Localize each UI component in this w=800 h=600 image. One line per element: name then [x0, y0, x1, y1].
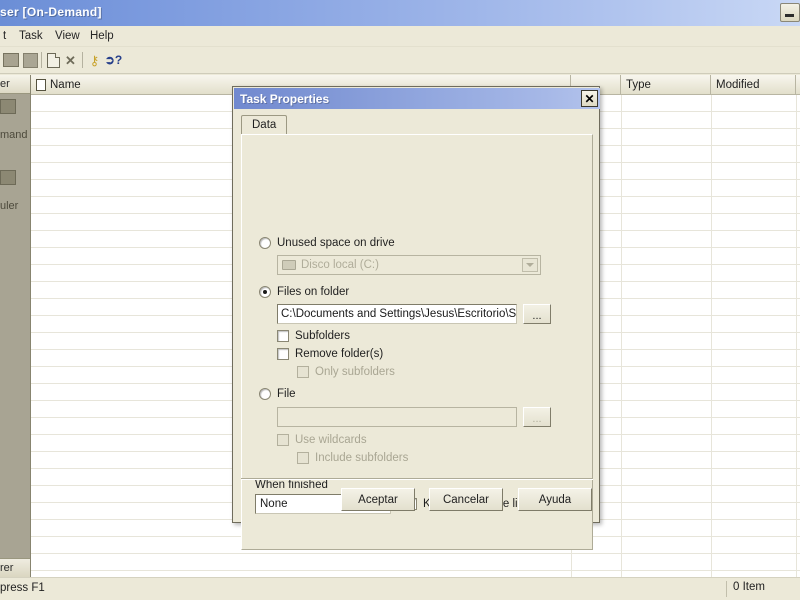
new-task-button[interactable]: [0, 50, 21, 70]
dialog-tab-strip: Data: [241, 115, 593, 134]
minimize-button[interactable]: [780, 3, 800, 22]
checkbox-icon-only-subfolders: [297, 366, 309, 378]
sidebar-item-on-demand-label: mand: [0, 129, 28, 141]
checkbox-use-wildcards: Use wildcards: [277, 434, 367, 446]
task-properties-dialog: Task Properties ✕ Data Unused space on d…: [232, 86, 601, 550]
grid-line: [796, 95, 797, 578]
menu-item-view[interactable]: View: [50, 29, 85, 43]
radio-icon-unused-space: [259, 237, 271, 249]
drive-icon: [282, 260, 296, 270]
sidebar-header: er: [0, 75, 30, 94]
chart-icon: [2, 53, 19, 67]
grid-line: [711, 95, 712, 578]
checkbox-only-subfolders-label: Only subfolders: [315, 366, 395, 378]
radio-icon-files-on-folder: [259, 286, 271, 298]
document-icon: [36, 78, 46, 91]
checkbox-use-wildcards-label: Use wildcards: [295, 434, 367, 446]
dialog-separator: [241, 478, 593, 480]
key-button[interactable]: ⚷: [84, 50, 105, 70]
main-title-bar: ser [On-Demand]: [0, 0, 800, 26]
accept-button[interactable]: Aceptar: [341, 488, 415, 511]
column-header-attributes[interactable]: A: [796, 75, 800, 94]
browse-file-button[interactable]: ...: [523, 407, 551, 427]
checkbox-icon-subfolders: [277, 330, 289, 342]
chevron-down-icon[interactable]: [522, 258, 538, 272]
radio-file-label: File: [277, 388, 296, 400]
radio-files-on-folder-label: Files on folder: [277, 286, 350, 298]
radio-unused-space-label: Unused space on drive: [277, 237, 395, 249]
sidebar: er mand uler rer: [0, 75, 31, 578]
radio-icon-file: [259, 388, 271, 400]
checkbox-icon-include-subfolders: [297, 452, 309, 464]
column-header-name-label: Name: [50, 78, 81, 91]
file-path-input[interactable]: [277, 407, 517, 427]
close-icon[interactable]: ✕: [581, 90, 598, 107]
delete-button[interactable]: ✕: [60, 50, 81, 70]
toolbar-separator-1: [41, 52, 42, 68]
sidebar-tab-explorer[interactable]: rer: [0, 558, 30, 578]
status-bar: press F1 0 Item: [0, 577, 800, 600]
sidebar-item-scheduler[interactable]: uler: [0, 170, 30, 230]
checkbox-include-subfolders: Include subfolders: [297, 452, 408, 464]
menu-item-edit[interactable]: t: [0, 29, 11, 43]
stop-button[interactable]: [20, 50, 41, 70]
menu-item-task[interactable]: Task: [14, 29, 48, 43]
page-icon: [47, 52, 60, 68]
drive-select[interactable]: Disco local (C:): [277, 255, 541, 275]
radio-files-on-folder[interactable]: Files on folder: [259, 286, 349, 298]
checkbox-remove-folders[interactable]: Remove folder(s): [277, 348, 383, 360]
browse-folder-button[interactable]: ...: [523, 304, 551, 324]
checkbox-subfolders-label: Subfolders: [295, 330, 350, 342]
window-control-buttons: [780, 3, 800, 22]
square-icon: [23, 52, 38, 68]
checkbox-icon-remove-folders: [277, 348, 289, 360]
on-demand-icon: [0, 99, 16, 114]
status-item-count: 0 Item: [726, 581, 796, 597]
dialog-title-bar: Task Properties ✕: [234, 88, 600, 109]
minimize-icon: [785, 14, 794, 17]
cancel-button[interactable]: Cancelar: [429, 488, 503, 511]
menu-bar: t Task View Help: [0, 26, 800, 47]
checkbox-subfolders[interactable]: Subfolders: [277, 330, 350, 342]
sidebar-tab-explorer-label: rer: [0, 562, 14, 574]
tab-data[interactable]: Data: [241, 115, 288, 134]
scheduler-icon: [0, 170, 16, 185]
toolbar: ✕ ⚷ ➲?: [0, 47, 800, 74]
drive-select-value: Disco local (C:): [301, 259, 379, 271]
grid-line: [621, 95, 622, 578]
radio-file[interactable]: File: [259, 388, 296, 400]
status-hint: press F1: [0, 582, 45, 594]
menu-item-help[interactable]: Help: [85, 29, 119, 43]
context-help-button[interactable]: ➲?: [103, 50, 124, 70]
sidebar-header-label: er: [0, 78, 10, 90]
help-button[interactable]: Ayuda: [518, 488, 592, 511]
sidebar-item-on-demand[interactable]: mand: [0, 99, 30, 159]
sidebar-item-scheduler-label: uler: [0, 200, 19, 212]
column-header-type[interactable]: Type: [621, 75, 711, 94]
column-header-modified-label: Modified: [716, 78, 760, 91]
table-row[interactable]: [31, 554, 800, 571]
help-arrow-icon: ➲?: [104, 53, 123, 67]
column-header-modified[interactable]: Modified: [711, 75, 796, 94]
key-icon: ⚷: [89, 52, 100, 68]
column-header-type-label: Type: [626, 78, 651, 91]
main-window-title: ser [On-Demand]: [0, 5, 102, 19]
checkbox-remove-folders-label: Remove folder(s): [295, 348, 384, 360]
radio-unused-space-on-drive[interactable]: Unused space on drive: [259, 237, 395, 249]
toolbar-separator-2: [82, 52, 83, 68]
checkbox-only-subfolders: Only subfolders: [297, 366, 395, 378]
folder-path-input[interactable]: C:\Documents and Settings\Jesus\Escritor…: [277, 304, 517, 324]
checkbox-icon-use-wildcards: [277, 434, 289, 446]
x-icon: ✕: [65, 52, 76, 68]
dialog-button-row: Aceptar Cancelar Ayuda: [233, 478, 601, 522]
dialog-title: Task Properties: [240, 92, 330, 106]
checkbox-include-subfolders-label: Include subfolders: [315, 452, 409, 464]
